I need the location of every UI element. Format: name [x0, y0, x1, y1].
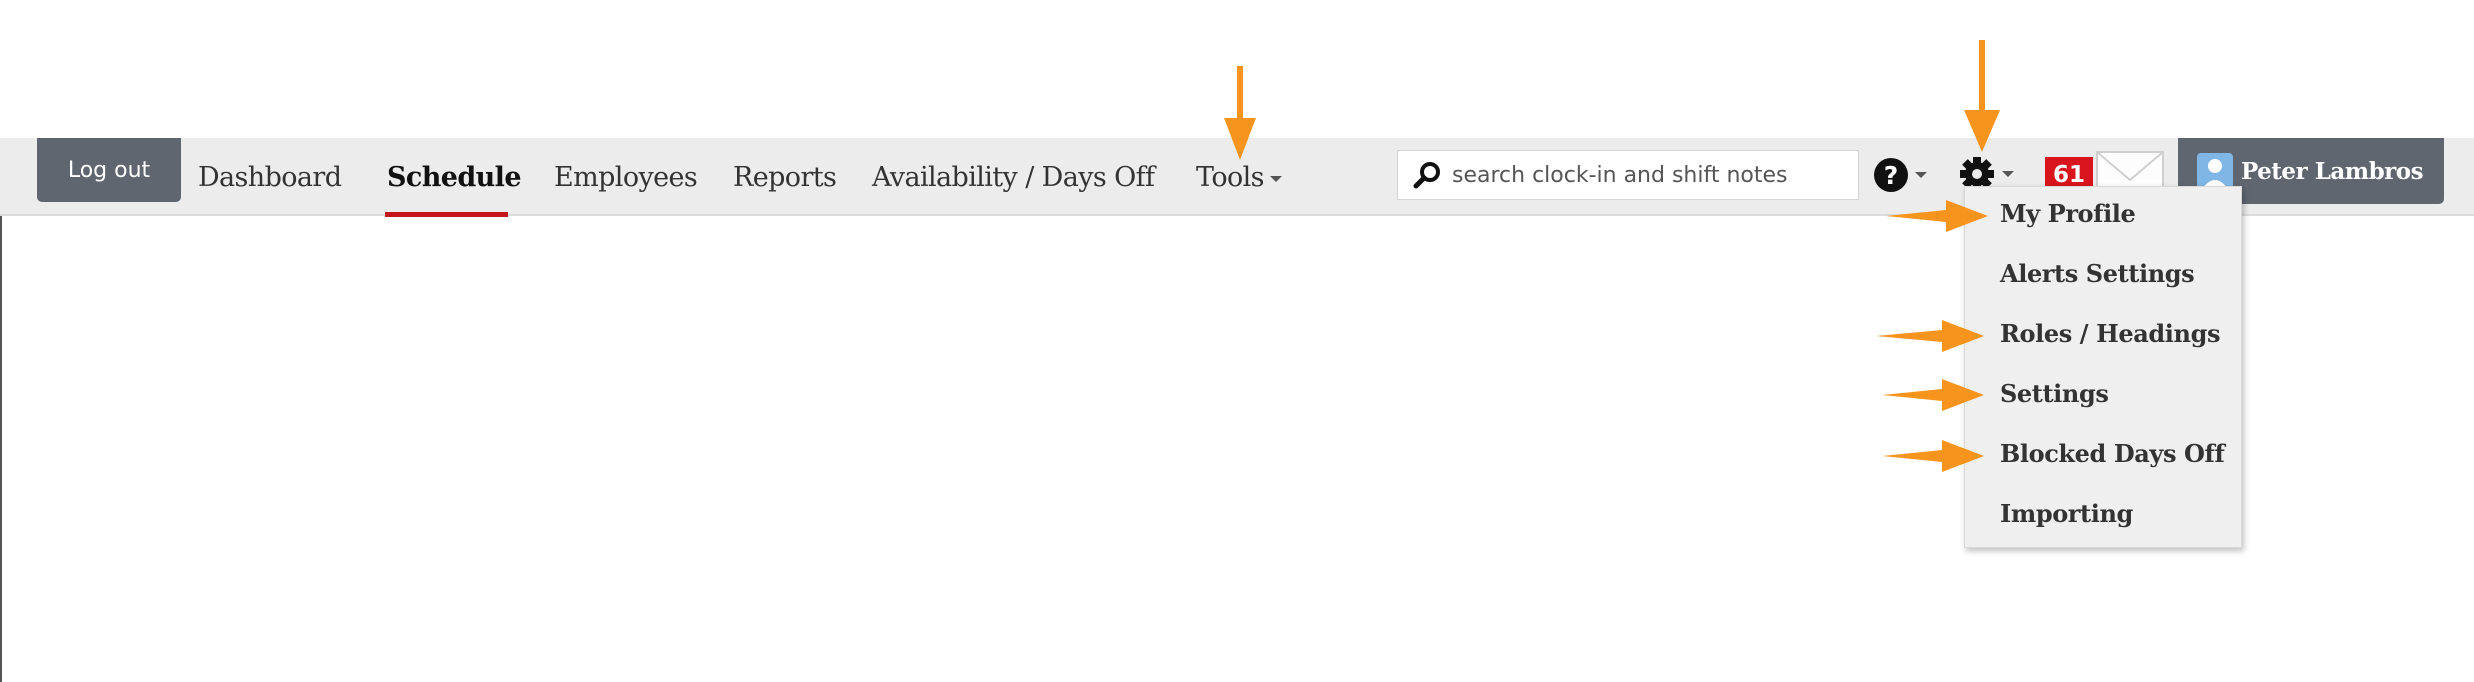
settings-dropdown-menu: My Profile Alerts Settings Roles / Headi… [1964, 186, 2242, 548]
nav-reports[interactable]: Reports [733, 158, 837, 198]
avatar [2197, 153, 2233, 189]
menu-item-roles-headings[interactable]: Roles / Headings [2000, 317, 2220, 351]
menu-item-importing[interactable]: Importing [2000, 497, 2133, 531]
help-menu-button[interactable]: ? [1873, 157, 1927, 193]
annotation-arrow-right-icon [1882, 379, 1984, 411]
nav-availability[interactable]: Availability / Days Off [872, 158, 1155, 198]
nav-dashboard[interactable]: Dashboard [198, 158, 342, 198]
chevron-down-icon [2002, 171, 2014, 177]
annotation-arrow-right-icon [1882, 440, 1984, 472]
annotation-arrow-right-icon [1886, 200, 1988, 232]
search-input[interactable] [1450, 161, 1854, 189]
svg-text:?: ? [1884, 161, 1899, 190]
annotation-arrow-down-icon [1224, 66, 1256, 160]
nav-employees[interactable]: Employees [554, 158, 698, 198]
chevron-down-icon [1915, 172, 1927, 178]
menu-item-my-profile[interactable]: My Profile [2000, 197, 2136, 231]
help-icon: ? [1874, 158, 1908, 192]
chevron-down-icon [1269, 175, 1282, 182]
logout-button[interactable]: Log out [37, 138, 181, 202]
menu-item-blocked-days-off[interactable]: Blocked Days Off [2000, 437, 2225, 471]
nav-tools[interactable]: Tools [1196, 158, 1282, 198]
menu-item-settings[interactable]: Settings [2000, 377, 2109, 411]
nav-schedule[interactable]: Schedule [387, 158, 522, 198]
nav-tools-label: Tools [1196, 162, 1265, 193]
active-tab-indicator [385, 212, 508, 217]
menu-item-alerts-settings[interactable]: Alerts Settings [2000, 257, 2195, 291]
annotation-arrow-right-icon [1876, 320, 1984, 352]
user-name: Peter Lambros [2241, 157, 2424, 185]
page-left-border [0, 214, 2, 682]
search-box[interactable] [1397, 150, 1859, 200]
annotation-arrow-down-icon [1964, 40, 2000, 152]
search-icon [1413, 162, 1440, 189]
